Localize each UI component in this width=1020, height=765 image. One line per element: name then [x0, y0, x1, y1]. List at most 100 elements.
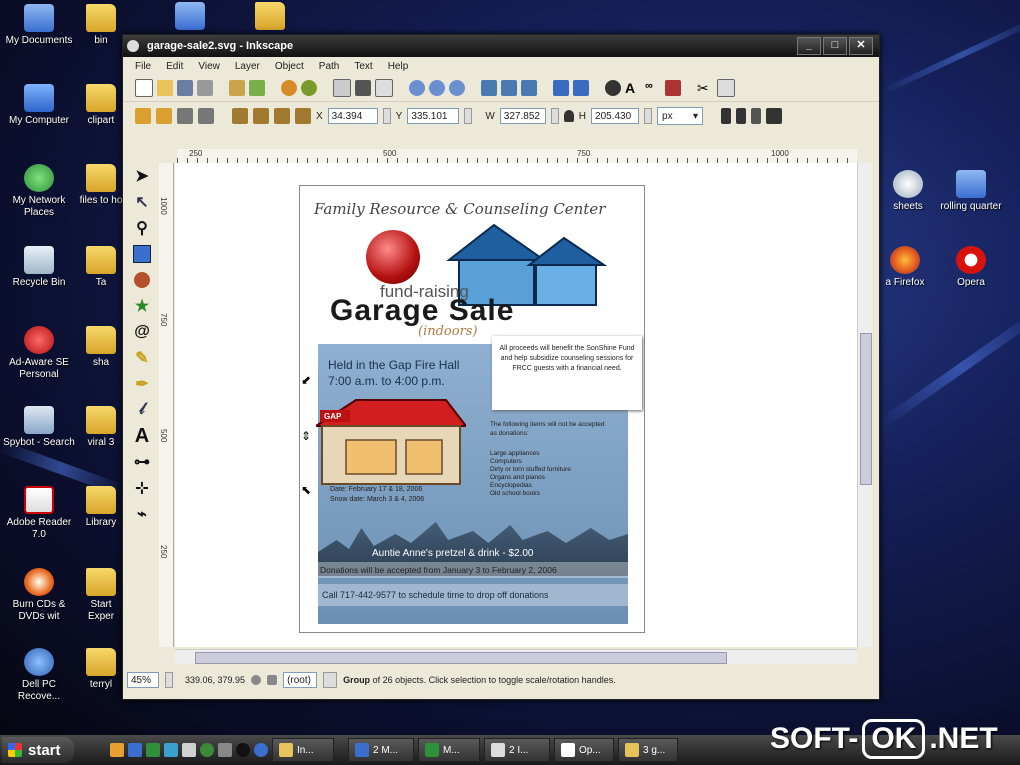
- drawing-canvas[interactable]: Family Resource & Counseling Center fund…: [175, 163, 857, 647]
- ellipse-tool-icon[interactable]: [131, 269, 153, 291]
- height-spinner[interactable]: [644, 108, 653, 124]
- desktop-icon-folder[interactable]: bin: [76, 4, 126, 47]
- lower-bottom-icon[interactable]: [295, 108, 311, 124]
- start-button[interactable]: start: [2, 737, 74, 763]
- copy-icon[interactable]: [333, 79, 351, 97]
- node-tool-icon[interactable]: ↖: [131, 191, 153, 213]
- desktop-icon-folder[interactable]: files to ho: [76, 164, 126, 207]
- new-document-icon[interactable]: [135, 79, 153, 97]
- x-coordinate-field[interactable]: 34.394: [327, 108, 378, 124]
- desktop-icon-my-computer[interactable]: My Computer: [0, 84, 78, 127]
- desktop-icon-rolling-quarter[interactable]: rolling quarter: [936, 170, 1006, 213]
- eye-icon[interactable]: [251, 675, 262, 685]
- cut-icon[interactable]: [355, 80, 371, 96]
- y-spinner[interactable]: [464, 108, 473, 124]
- zoom-drawing-icon[interactable]: [429, 80, 445, 96]
- horizontal-scrollbar[interactable]: [175, 649, 857, 664]
- move-patterns-icon[interactable]: [766, 108, 783, 124]
- vertical-scrollbar[interactable]: [857, 163, 872, 647]
- flip-vertical-icon[interactable]: [198, 108, 214, 124]
- pen-tool-icon[interactable]: ✒: [131, 373, 153, 395]
- desktop-icon-folder[interactable]: sha: [76, 326, 126, 369]
- pencil-tool-icon[interactable]: ✎: [131, 347, 153, 369]
- quicklaunch-icon[interactable]: [110, 743, 124, 757]
- height-field[interactable]: 205.430: [591, 108, 640, 124]
- lower-icon[interactable]: [274, 108, 290, 124]
- desktop-icon-folder[interactable]: Ta: [76, 246, 126, 289]
- scroll-thumb[interactable]: [860, 333, 872, 485]
- print-icon[interactable]: [197, 80, 213, 96]
- selection-handle[interactable]: ⬉: [301, 483, 311, 497]
- text-tool-icon[interactable]: A: [131, 425, 153, 447]
- desktop-icon-ad-aware[interactable]: Ad-Aware SE Personal: [0, 326, 78, 381]
- duplicate-icon[interactable]: [481, 80, 497, 96]
- raise-top-icon[interactable]: [232, 108, 248, 124]
- undo-icon[interactable]: [281, 80, 297, 96]
- minimize-button[interactable]: _: [797, 37, 821, 55]
- task-button[interactable]: Op...: [554, 738, 614, 762]
- task-button[interactable]: M...: [418, 738, 480, 762]
- desktop-icon-dell-recovery[interactable]: Dell PC Recove...: [0, 648, 78, 703]
- scale-corners-icon[interactable]: [736, 108, 747, 124]
- x-spinner[interactable]: [382, 108, 391, 124]
- paste-icon[interactable]: [375, 79, 393, 97]
- fill-stroke-icon[interactable]: [605, 80, 621, 96]
- quicklaunch-icon[interactable]: [164, 743, 178, 757]
- task-button[interactable]: In...: [272, 738, 334, 762]
- eyedropper-tool-icon[interactable]: ⌁: [131, 503, 153, 525]
- desktop-icon-adobe-reader[interactable]: Adobe Reader 7.0: [0, 486, 78, 541]
- menu-help[interactable]: Help: [388, 61, 409, 72]
- quicklaunch-icon[interactable]: [128, 743, 142, 757]
- desktop-icon-recycle-bin[interactable]: Recycle Bin: [0, 246, 78, 289]
- desktop-icon-folder[interactable]: Library: [76, 486, 126, 529]
- task-button[interactable]: 2 I...: [484, 738, 550, 762]
- desktop-icon-spybot[interactable]: Spybot - Search: [0, 406, 78, 449]
- clone-icon[interactable]: [501, 80, 517, 96]
- scale-stroke-icon[interactable]: [721, 108, 732, 124]
- import-icon[interactable]: [229, 80, 245, 96]
- raise-icon[interactable]: [253, 108, 269, 124]
- menu-path[interactable]: Path: [319, 61, 340, 72]
- dropper-tool-icon[interactable]: ⊹: [131, 477, 153, 499]
- desktop-icon-folder[interactable]: clipart: [76, 84, 126, 127]
- save-icon[interactable]: [177, 80, 193, 96]
- quicklaunch-icon[interactable]: [182, 743, 196, 757]
- unit-select[interactable]: px ▾: [657, 107, 704, 125]
- desktop-icon-document[interactable]: [160, 2, 220, 33]
- quicklaunch-icon[interactable]: [218, 743, 232, 757]
- desktop-icon-opera[interactable]: Opera: [938, 246, 1004, 289]
- scroll-thumb[interactable]: [195, 652, 727, 664]
- spiral-tool-icon[interactable]: @: [131, 321, 153, 343]
- quicklaunch-icon[interactable]: [236, 743, 250, 757]
- zoom-field[interactable]: 45%: [127, 672, 159, 688]
- menu-object[interactable]: Object: [275, 61, 304, 72]
- selector-tool-icon[interactable]: ➤: [131, 165, 153, 187]
- flip-horizontal-icon[interactable]: [177, 108, 193, 124]
- desktop-icon-sheets[interactable]: sheets: [878, 170, 938, 213]
- quicklaunch-icon[interactable]: [254, 743, 268, 757]
- maximize-button[interactable]: □: [823, 37, 847, 55]
- menu-file[interactable]: File: [135, 61, 151, 72]
- lock-icon[interactable]: [267, 675, 278, 685]
- open-icon[interactable]: [157, 80, 173, 96]
- quicklaunch-icon[interactable]: [146, 743, 160, 757]
- export-icon[interactable]: [249, 80, 265, 96]
- star-tool-icon[interactable]: ★: [131, 295, 153, 317]
- width-spinner[interactable]: [550, 108, 559, 124]
- menu-view[interactable]: View: [198, 61, 220, 72]
- layer-select[interactable]: (root): [283, 672, 318, 688]
- title-bar[interactable]: garage-sale2.svg - Inkscape _ □ ✕: [123, 35, 879, 57]
- y-coordinate-field[interactable]: 335.101: [407, 108, 460, 124]
- desktop-icon-network-places[interactable]: My Network Places: [0, 164, 78, 219]
- zoom-selection-icon[interactable]: [409, 80, 425, 96]
- desktop-icon-firefox[interactable]: a Firefox: [872, 246, 938, 289]
- lock-icon[interactable]: [563, 110, 574, 122]
- calligraphy-tool-icon[interactable]: 𝓁: [131, 399, 153, 421]
- connector-tool-icon[interactable]: ⊶: [131, 451, 153, 473]
- zoom-page-icon[interactable]: [449, 80, 465, 96]
- quicklaunch-icon[interactable]: [200, 743, 214, 757]
- close-button[interactable]: ✕: [849, 37, 873, 55]
- task-button[interactable]: 2 M...: [348, 738, 414, 762]
- align-icon[interactable]: [665, 80, 681, 96]
- rotate-cw-icon[interactable]: [156, 108, 172, 124]
